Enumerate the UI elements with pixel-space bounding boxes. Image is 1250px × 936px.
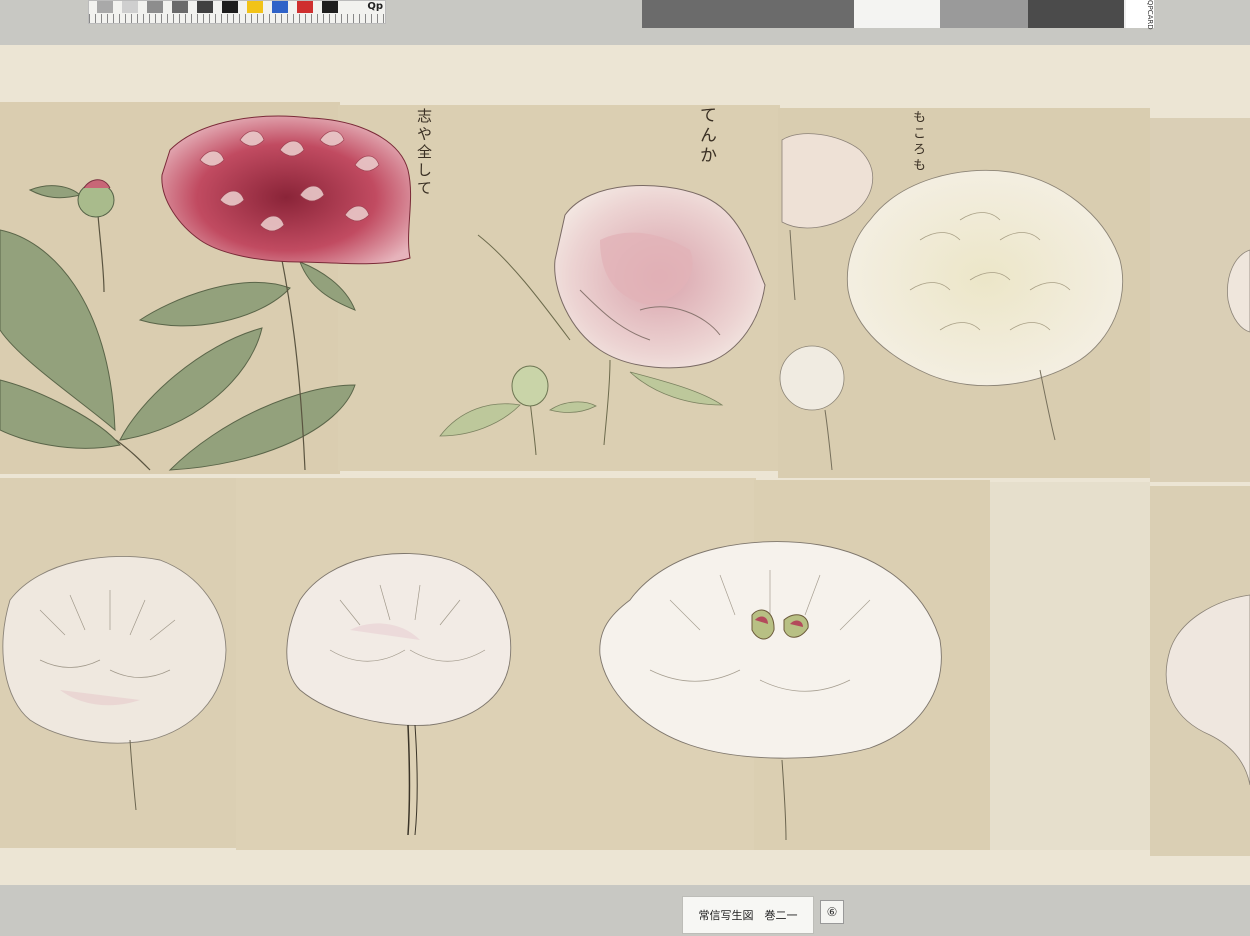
small-white-peony <box>779 345 845 471</box>
inscription: 志や全して <box>415 108 433 198</box>
blush-peony-bud <box>511 365 549 407</box>
partial-peony-edge-bottom <box>1165 594 1250 786</box>
white-peony-bottom-2 <box>286 553 512 836</box>
cream-peony <box>846 169 1124 441</box>
white-peony-bottom-1 <box>2 555 227 811</box>
crimson-peony <box>161 115 412 265</box>
leaf-cluster <box>439 371 724 437</box>
crimson-peony-bud <box>77 179 115 218</box>
botanical-paintings <box>0 115 1250 841</box>
caption-label: 常信写生図 巻二一 <box>682 896 814 934</box>
inscription: もころも <box>910 110 925 174</box>
white-peony-bottom-3 <box>599 541 942 841</box>
blush-peony <box>554 184 766 369</box>
inscription: てんか <box>696 106 716 166</box>
partial-peony-edge <box>1227 249 1250 333</box>
page-number-badge: ⑥ <box>820 900 844 924</box>
